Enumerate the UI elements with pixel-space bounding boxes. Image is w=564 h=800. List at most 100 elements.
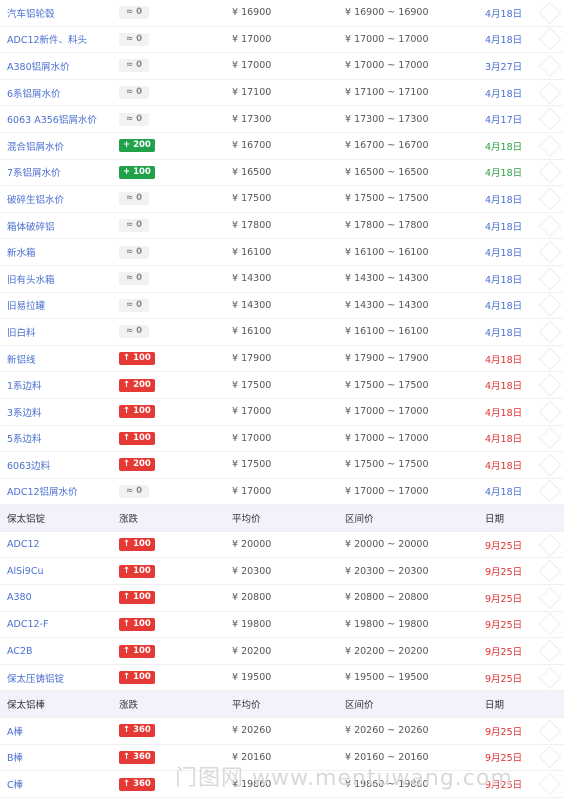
- change-cell: ↑ 100: [119, 426, 155, 452]
- product-name-link[interactable]: A380: [7, 585, 32, 611]
- date: 4月18日: [485, 248, 523, 260]
- change-badge: ≈ 0: [119, 325, 149, 339]
- product-name-link[interactable]: 新水箱: [7, 239, 36, 265]
- product-name-link[interactable]: 破碎生铝水价: [7, 186, 64, 212]
- product-name-link[interactable]: ADC12-F: [7, 612, 48, 638]
- product-name-link[interactable]: 7系铝屑水价: [7, 160, 61, 186]
- change-cell: ↑ 100: [119, 585, 155, 611]
- avg-price: ¥ 17000: [232, 485, 272, 497]
- table-row: 旧易拉罐 ≈ 0 ¥ 14300 ¥ 14300 ~ 14300 4月18日: [0, 293, 564, 320]
- change-cell: + 200: [119, 133, 155, 159]
- table-row: 汽车铝轮毂 ≈ 0 ¥ 16900 ¥ 16900 ~ 16900 4月18日: [0, 0, 564, 27]
- product-name-link[interactable]: C棒: [7, 771, 23, 797]
- table-row: ADC12-F ↑ 100 ¥ 19800 ¥ 19800 ~ 19800 9月25日: [0, 612, 564, 639]
- range-price: ¥ 17100 ~ 17100: [345, 87, 429, 99]
- table-row: AlSi9Cu ↑ 100 ¥ 20300 ¥ 20300 ~ 20300 9月25日: [0, 558, 564, 586]
- watermark-logo-icon: [538, 426, 562, 450]
- watermark-logo-icon: [538, 480, 562, 503]
- table-row: 箱体破碎铝 ≈ 0 ¥ 17800 ¥ 17800 ~ 17800 4月18日: [0, 213, 564, 240]
- date: 4月18日: [485, 194, 523, 206]
- avg-price: ¥ 14300: [232, 273, 272, 285]
- product-name-link[interactable]: ADC12: [7, 532, 40, 558]
- change-cell: ≈ 0: [119, 27, 149, 53]
- date: 4月18日: [485, 88, 523, 100]
- date: 9月25日: [485, 593, 523, 605]
- date: 9月25日: [485, 567, 523, 579]
- range-price: ¥ 17000 ~ 17000: [345, 485, 429, 497]
- range-price: ¥ 19500 ~ 19500: [345, 672, 429, 684]
- site-watermark: 门图网 www.mentuwang.com: [175, 766, 513, 791]
- price-table: 汽车铝轮毂 ≈ 0 ¥ 16900 ¥ 16900 ~ 16900 4月18日 ADC12…: [0, 0, 564, 798]
- product-name-link[interactable]: ADC12铝屑水价: [7, 479, 78, 505]
- section-header: 保太铝锭 涨跌 平均价 区间价 日期: [0, 505, 564, 532]
- table-row: AC2B ↑ 100 ¥ 20200 ¥ 20200 ~ 20200 9月25日: [0, 638, 564, 665]
- table-row: 3系边料 ↑ 100 ¥ 17000 ¥ 17000 ~ 17000 4月18日: [0, 399, 564, 426]
- watermark-logo-icon: [538, 559, 562, 583]
- change-badge: ↑ 100: [119, 591, 155, 605]
- change-badge: ↑ 100: [119, 564, 155, 578]
- change-cell: ↑ 360: [119, 718, 155, 744]
- product-name-link[interactable]: 混合铝屑水价: [7, 133, 64, 159]
- table-row: ADC12新件、料头 ≈ 0 ¥ 17000 ¥ 17000 ~ 17000 4月18日: [0, 27, 564, 54]
- table-row: 1系边料 ↑ 200 ¥ 17500 ¥ 17500 ~ 17500 4月18日: [0, 372, 564, 399]
- avg-price: ¥ 17000: [232, 33, 272, 45]
- range-price: ¥ 19800 ~ 19800: [345, 618, 429, 630]
- header-date: 日期: [485, 700, 505, 712]
- date: 9月25日: [485, 540, 523, 552]
- range-price: ¥ 14300 ~ 14300: [345, 299, 429, 311]
- avg-price: ¥ 16900: [232, 7, 272, 19]
- range-price: ¥ 17000 ~ 17000: [345, 60, 429, 72]
- product-name-link[interactable]: B棒: [7, 745, 23, 771]
- product-name-link[interactable]: 5系边料: [7, 426, 42, 452]
- range-price: ¥ 17800 ~ 17800: [345, 220, 429, 232]
- avg-price: ¥ 20260: [232, 725, 272, 737]
- avg-price: ¥ 17900: [232, 353, 272, 365]
- product-name-link[interactable]: 旧易拉罐: [7, 293, 45, 319]
- product-name-link[interactable]: 旧有头水箱: [7, 266, 55, 292]
- change-badge: + 200: [119, 139, 155, 153]
- avg-price: ¥ 17000: [232, 60, 272, 72]
- avg-price: ¥ 17100: [232, 87, 272, 99]
- product-name-link[interactable]: 箱体破碎铝: [7, 213, 55, 239]
- product-name-link[interactable]: 保太压铸铝锭: [7, 665, 64, 691]
- watermark-logo-icon: [538, 28, 562, 51]
- watermark-logo-icon: [538, 214, 562, 237]
- product-name-link[interactable]: 6063 A356铝屑水价: [7, 106, 97, 132]
- watermark-logo-icon: [538, 772, 562, 796]
- watermark-logo-icon: [538, 400, 562, 424]
- avg-price: ¥ 16700: [232, 140, 272, 152]
- watermark-logo-icon: [538, 453, 562, 477]
- range-price: ¥ 17000 ~ 17000: [345, 406, 429, 418]
- product-name-link[interactable]: 6系铝屑水价: [7, 80, 61, 106]
- range-price: ¥ 16100 ~ 16100: [345, 246, 429, 258]
- section-header: 保太铝棒 涨跌 平均价 区间价 日期: [0, 691, 564, 719]
- avg-price: ¥ 16100: [232, 326, 272, 338]
- watermark-logo-icon: [538, 746, 562, 769]
- product-name-link[interactable]: ADC12新件、料头: [7, 27, 87, 53]
- product-name-link[interactable]: A380铝屑水价: [7, 53, 70, 79]
- change-cell: ↑ 100: [119, 399, 155, 425]
- watermark-logo-icon: [538, 347, 562, 370]
- product-name-link[interactable]: A棒: [7, 718, 23, 744]
- date: 4月18日: [485, 354, 523, 366]
- product-name-link[interactable]: 6063边料: [7, 452, 50, 478]
- product-name-link[interactable]: 1系边料: [7, 372, 42, 398]
- watermark-logo-icon: [538, 134, 562, 158]
- product-name-link[interactable]: 汽车铝轮毂: [7, 0, 55, 26]
- range-price: ¥ 16700 ~ 16700: [345, 140, 429, 152]
- range-price: ¥ 17000 ~ 17000: [345, 432, 429, 444]
- product-name-link[interactable]: AC2B: [7, 638, 33, 664]
- product-name-link[interactable]: 3系边料: [7, 399, 42, 425]
- table-row: 破碎生铝水价 ≈ 0 ¥ 17500 ¥ 17500 ~ 17500 4月18日: [0, 186, 564, 213]
- change-badge: ≈ 0: [119, 112, 149, 126]
- product-name-link[interactable]: 新铝线: [7, 346, 36, 372]
- product-name-link[interactable]: 旧白料: [7, 319, 36, 345]
- avg-price: ¥ 17500: [232, 193, 272, 205]
- change-cell: ≈ 0: [119, 266, 149, 292]
- date: 4月18日: [485, 301, 523, 313]
- header-avg-price: 平均价: [232, 700, 261, 712]
- change-badge: ≈ 0: [119, 86, 149, 100]
- avg-price: ¥ 19500: [232, 672, 272, 684]
- change-cell: ↑ 360: [119, 771, 155, 797]
- product-name-link[interactable]: AlSi9Cu: [7, 558, 44, 584]
